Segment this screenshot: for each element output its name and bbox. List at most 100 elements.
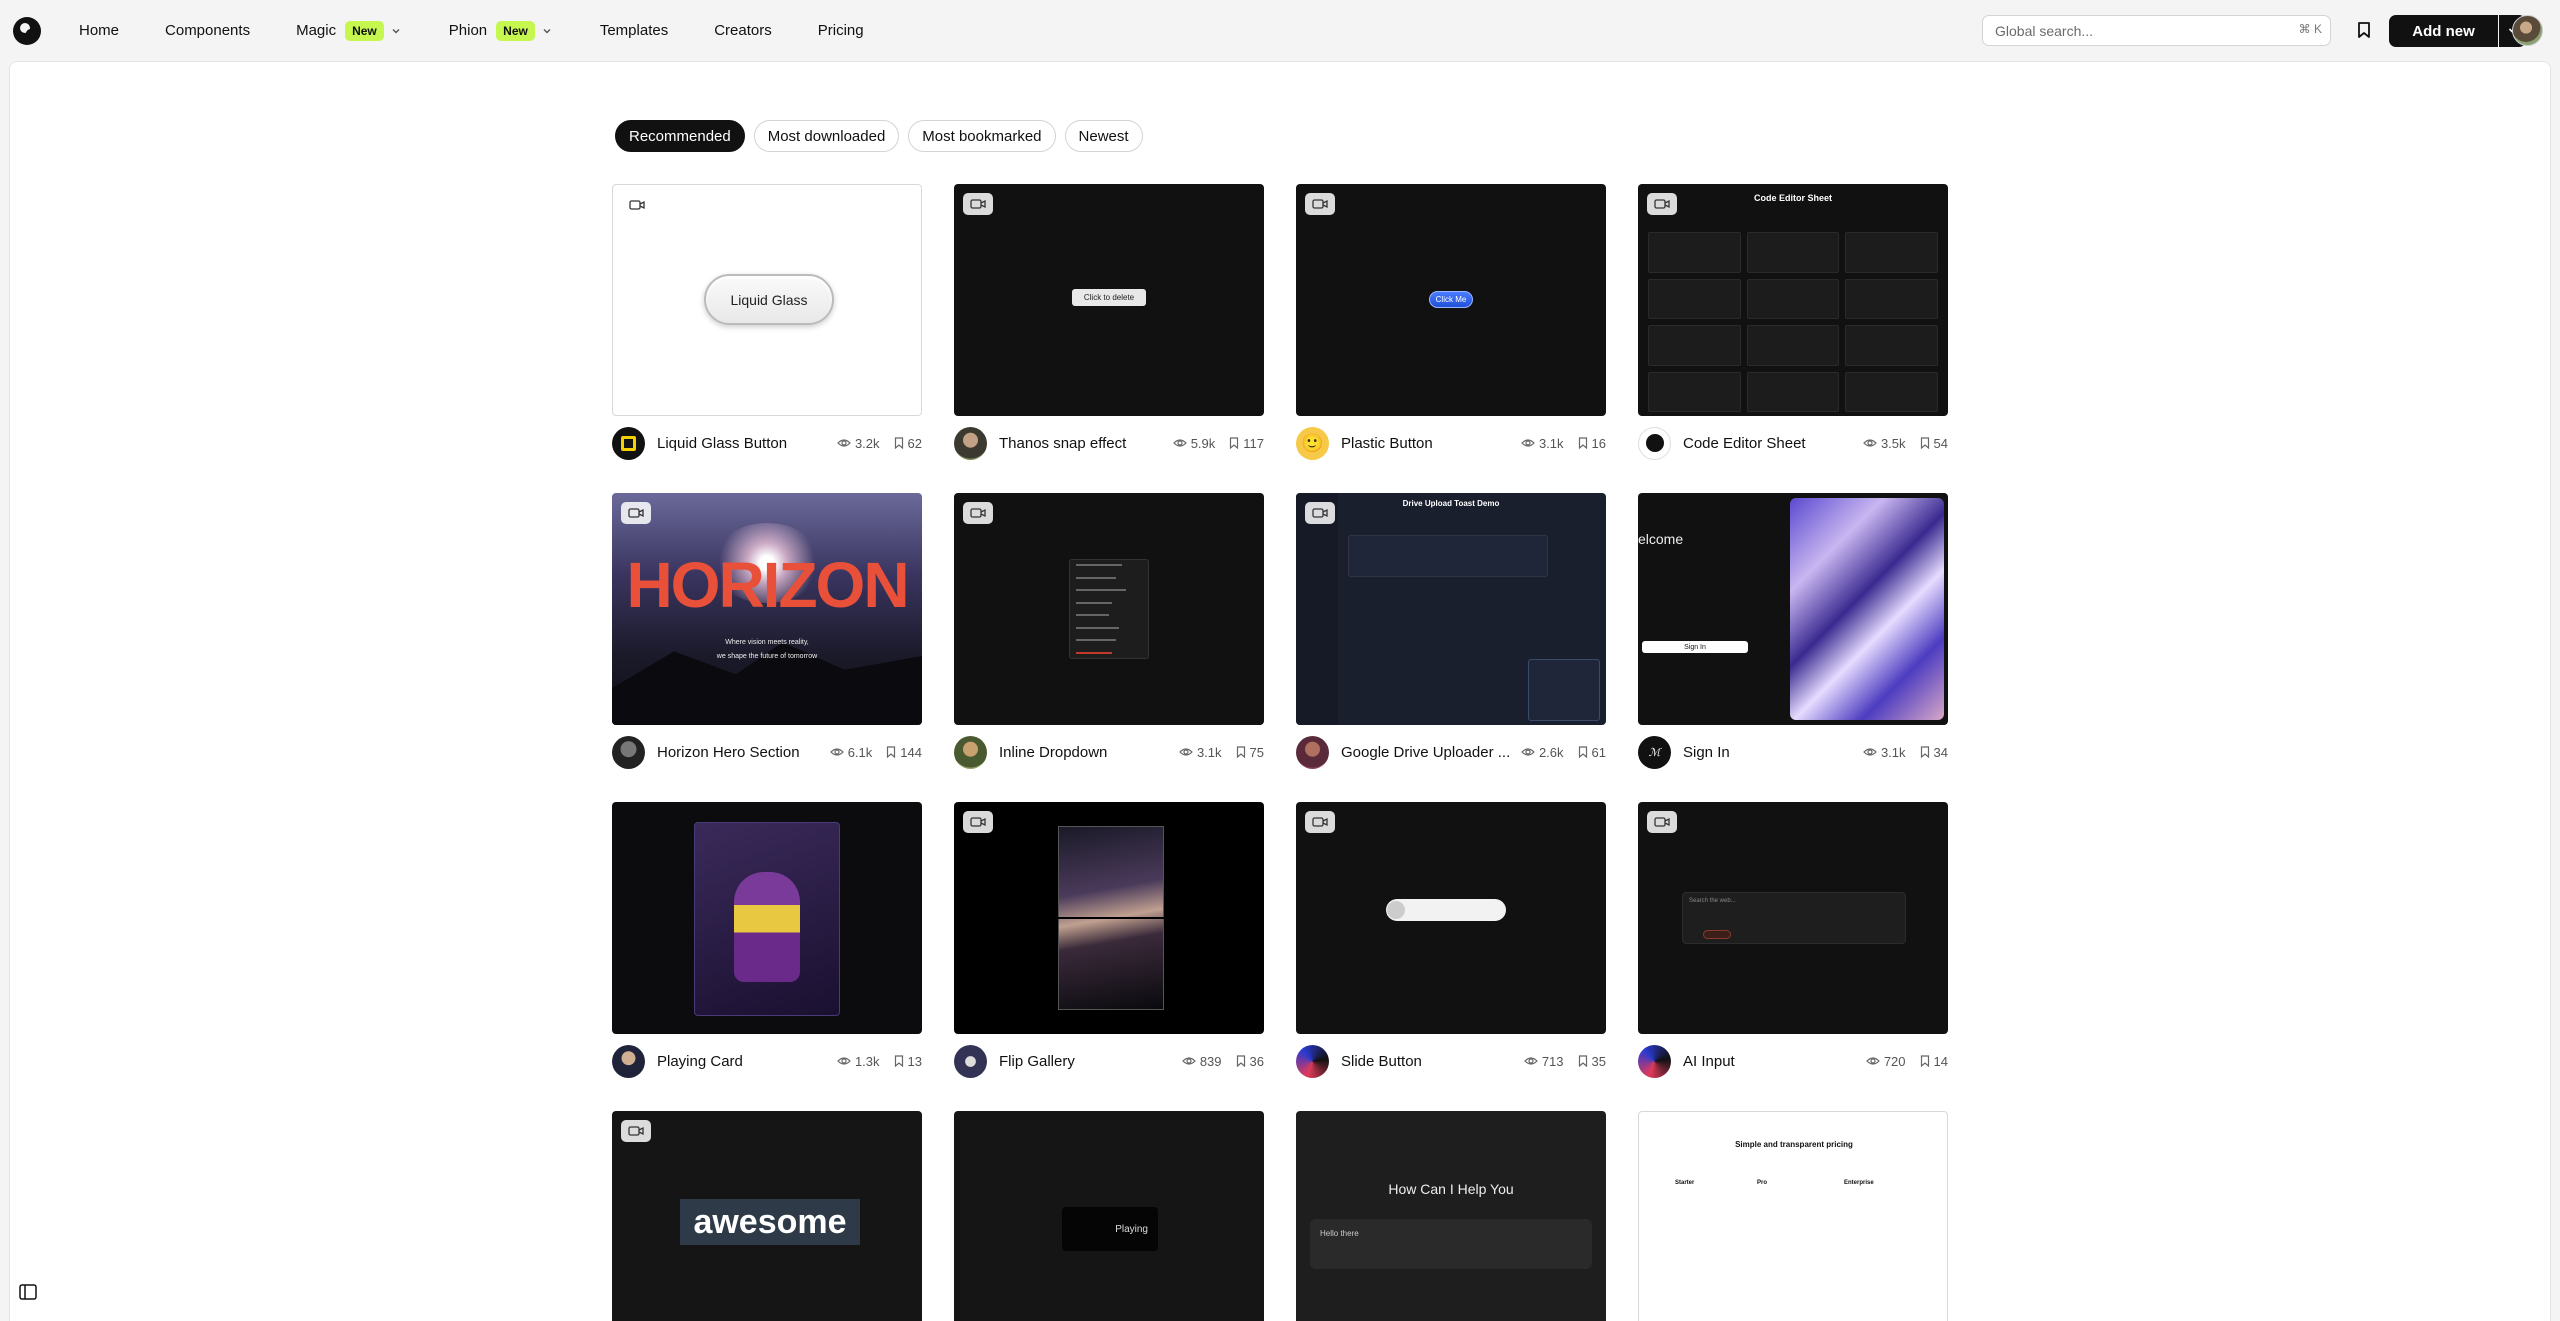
component-card[interactable]: awesome [612,1111,922,1321]
eye-icon [837,1057,851,1065]
card-title[interactable]: Plastic Button [1341,435,1521,452]
card-preview[interactable] [612,802,922,1034]
author-avatar[interactable] [954,735,987,769]
card-preview[interactable]: Code Editor Sheet [1638,184,1948,416]
card-preview[interactable]: awesome [612,1111,922,1321]
nav-item-phion[interactable]: Phion New [449,20,554,41]
new-badge: New [496,20,535,41]
card-preview[interactable]: Click Me [1296,184,1606,416]
view-count: 5.9k [1190,435,1216,451]
component-card[interactable]: HORIZON Where vision meets reality, we s… [612,493,922,769]
card-meta: Liquid Glass Button 3.2k 62 [612,426,922,460]
bookmark-count: 14 [1933,1053,1948,1069]
user-avatar[interactable] [2512,15,2543,46]
nav-item-templates[interactable]: Templates [600,22,668,39]
card-preview[interactable]: Drive Upload Toast Demo [1296,493,1606,725]
add-new-button[interactable]: Add new [2389,15,2498,47]
component-card[interactable]: Flip Gallery 839 36 [954,802,1264,1078]
preview-heading: How Can I Help You [1388,1181,1514,1197]
bookmark-icon [1920,1055,1929,1067]
view-count: 2.6k [1538,744,1564,760]
author-avatar[interactable] [954,1044,987,1078]
preview-gallery-divider [1058,917,1164,919]
preview-plan: Enterprise [1844,1180,1874,1186]
card-title[interactable]: Slide Button [1341,1053,1524,1070]
preview-text: Click Me [1435,295,1467,304]
component-card[interactable]: Playing Card 1.3k 13 [612,802,922,1078]
author-avatar[interactable] [1638,426,1671,460]
bookmark-icon [894,437,903,449]
search-shortcut: ⌘ K [2298,22,2322,36]
component-card[interactable]: Code Editor Sheet Code Editor Sheet 3.5k… [1638,184,1948,460]
component-card[interactable]: Click Me 🙂 Plastic Button 3.1k 16 [1296,184,1606,460]
card-title[interactable]: Playing Card [657,1053,837,1070]
card-stats: 2.6k 61 [1521,745,1606,760]
card-preview[interactable]: elcome Sign In [1638,493,1948,725]
component-card[interactable]: Slide Button 713 35 [1296,802,1606,1078]
video-icon [963,502,993,524]
card-preview[interactable]: Simple and transparent pricing Starter P… [1638,1111,1948,1321]
logo-icon[interactable] [13,17,41,45]
component-card[interactable]: Simple and transparent pricing Starter P… [1638,1111,1948,1321]
filter-most-bookmarked[interactable]: Most bookmarked [908,120,1056,152]
component-card[interactable]: Drive Upload Toast Demo Google Drive Upl… [1296,493,1606,769]
card-preview[interactable]: Playing [954,1111,1264,1321]
card-preview[interactable]: HORIZON Where vision meets reality, we s… [612,493,922,725]
card-preview[interactable] [954,493,1264,725]
card-title[interactable]: Code Editor Sheet [1683,435,1863,452]
author-avatar[interactable]: ℳ [1638,735,1671,769]
card-title[interactable]: Inline Dropdown [999,744,1179,761]
preview-text: Click to delete [1083,293,1135,302]
card-title[interactable]: Thanos snap effect [999,435,1173,452]
author-avatar[interactable] [612,426,645,460]
card-title[interactable]: Liquid Glass Button [657,435,837,452]
preview-text: Liquid Glass [730,291,808,308]
eye-icon [1521,439,1535,447]
nav-item-components[interactable]: Components [165,22,250,39]
component-card[interactable]: Click to delete Thanos snap effect 5.9k … [954,184,1264,460]
bookmarks-button[interactable] [2352,18,2376,42]
author-avatar[interactable] [1638,1044,1671,1078]
sidebar-toggle-icon[interactable] [19,1284,37,1300]
card-stats: 6.1k 144 [829,745,922,760]
nav-item-magic[interactable]: Magic New [296,20,403,41]
card-stats: 3.2k 62 [837,436,922,451]
author-avatar[interactable]: 🙂 [1296,426,1329,460]
card-preview[interactable] [1296,802,1606,1034]
card-title[interactable]: Flip Gallery [999,1053,1182,1070]
card-meta: 🙂 Plastic Button 3.1k 16 [1296,426,1606,460]
video-icon [622,194,652,216]
card-preview[interactable] [954,802,1264,1034]
card-preview[interactable]: Search the web... [1638,802,1948,1034]
video-icon [1305,193,1335,215]
component-card[interactable]: elcome Sign In ℳ Sign In 3.1k 34 [1638,493,1948,769]
card-title[interactable]: AI Input [1683,1053,1866,1070]
card-stats: 839 36 [1181,1054,1264,1069]
component-card[interactable]: Inline Dropdown 3.1k 75 [954,493,1264,769]
component-card[interactable]: Playing [954,1111,1264,1321]
nav-item-home[interactable]: Home [79,22,119,39]
author-avatar[interactable] [954,426,987,460]
nav-item-pricing[interactable]: Pricing [818,22,864,39]
author-avatar[interactable] [612,1044,645,1078]
preview-liquid-glass-pill: Liquid Glass [704,274,834,325]
component-card[interactable]: Liquid Glass Liquid Glass Button 3.2k 62 [612,184,922,460]
component-card[interactable]: Search the web... AI Input 720 14 [1638,802,1948,1078]
author-avatar[interactable] [1296,1044,1329,1078]
nav-item-creators[interactable]: Creators [714,22,772,39]
card-preview[interactable]: How Can I Help You Hello there [1296,1111,1606,1321]
filter-newest[interactable]: Newest [1064,120,1143,152]
author-avatar[interactable] [1296,735,1329,769]
card-title[interactable]: Google Drive Uploader ... [1341,744,1521,761]
global-search-input[interactable]: Global search... ⌘ K [1982,15,2331,46]
filter-most-downloaded[interactable]: Most downloaded [753,120,900,152]
card-title[interactable]: Horizon Hero Section [657,744,830,761]
card-preview[interactable]: Click to delete [954,184,1264,416]
author-avatar[interactable] [612,735,645,769]
component-card[interactable]: How Can I Help You Hello there [1296,1111,1606,1321]
card-title[interactable]: Sign In [1683,744,1863,761]
card-preview[interactable]: Liquid Glass [612,184,922,416]
nav-label: Creators [714,22,772,39]
filter-recommended[interactable]: Recommended [615,120,745,152]
bookmark-icon [1920,746,1929,758]
